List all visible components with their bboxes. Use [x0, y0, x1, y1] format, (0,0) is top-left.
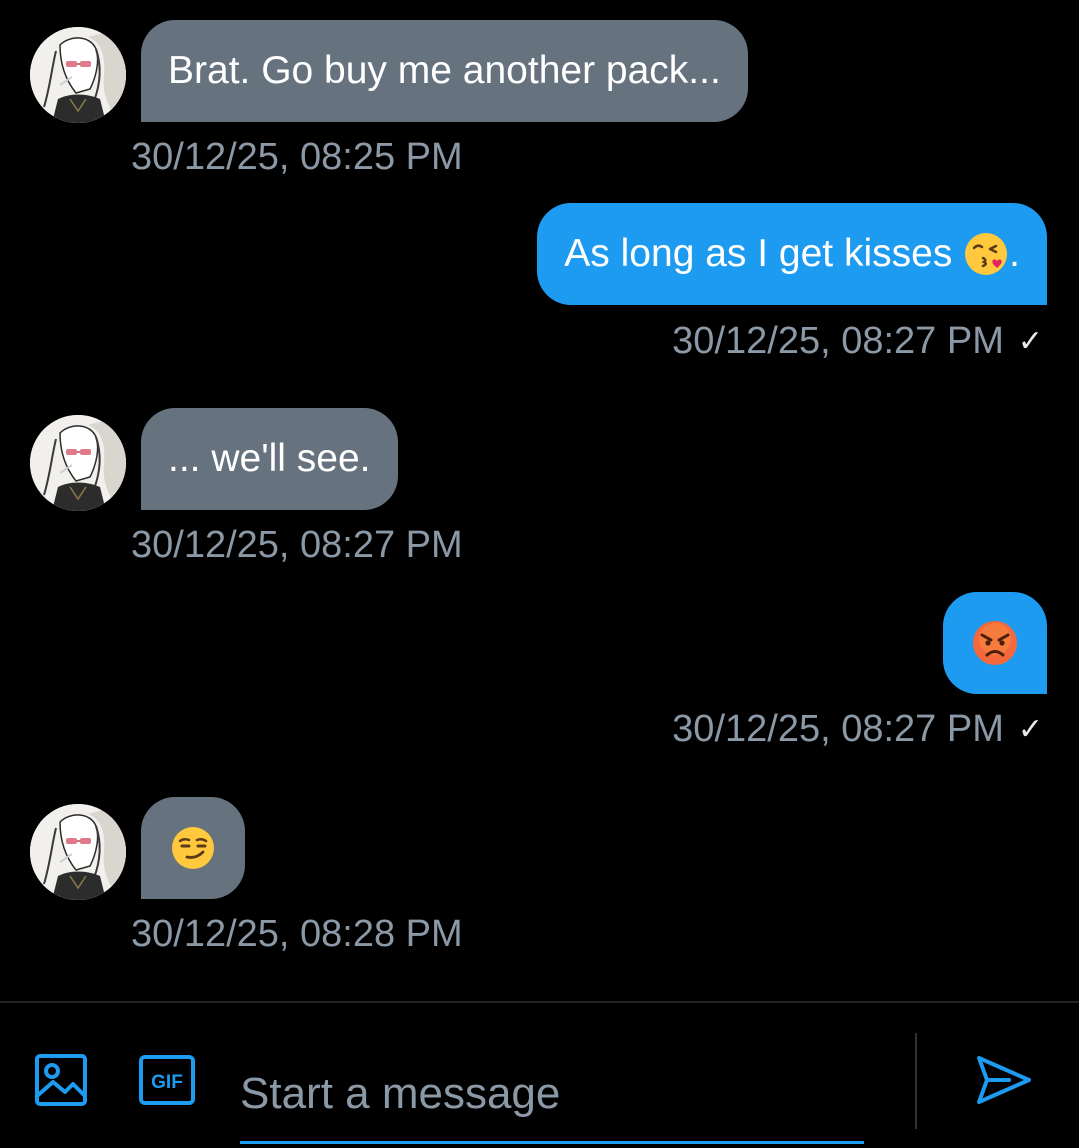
outgoing-message-bubble[interactable]: As long as I get kisses .: [537, 203, 1047, 305]
composer-divider: [915, 1033, 917, 1129]
message-timestamp: 30/12/25, 08:27 PM ✓: [672, 708, 1043, 751]
message-composer: GIF: [0, 1001, 1079, 1148]
avatar-illustration: [30, 27, 126, 123]
message-thread[interactable]: Brat. Go buy me another pack... 30/12/25…: [0, 0, 1079, 1000]
sent-check-icon: ✓: [1017, 713, 1043, 746]
incoming-message-bubble[interactable]: Brat. Go buy me another pack...: [141, 20, 748, 122]
timestamp-text: 30/12/25, 08:27 PM: [131, 524, 463, 566]
smirking-face-emoji: [172, 827, 214, 869]
avatar-illustration: [30, 415, 126, 511]
message-timestamp: 30/12/25, 08:27 PM ✓: [672, 320, 1043, 363]
incoming-message-bubble[interactable]: [141, 797, 245, 899]
message-text: Brat. Go buy me another pack...: [168, 49, 721, 92]
message-timestamp: 30/12/25, 08:27 PM: [131, 524, 463, 567]
avatar-illustration: [30, 804, 126, 900]
image-icon: [35, 1054, 87, 1106]
gif-label: GIF: [151, 1072, 183, 1093]
add-gif-button[interactable]: GIF: [136, 1049, 198, 1111]
message-text-suffix: .: [1009, 232, 1020, 275]
add-image-button[interactable]: [30, 1049, 92, 1111]
timestamp-text: 30/12/25, 08:27 PM: [672, 320, 1004, 362]
angry-face-emoji: [973, 621, 1017, 665]
send-icon: [977, 1056, 1031, 1104]
sent-check-icon: ✓: [1017, 325, 1043, 358]
incoming-message-bubble[interactable]: ... we'll see.: [141, 408, 398, 510]
message-text: ... we'll see.: [168, 437, 371, 480]
gif-icon: GIF: [139, 1055, 195, 1105]
outgoing-message-bubble[interactable]: [943, 592, 1047, 694]
message-timestamp: 30/12/25, 08:28 PM: [131, 913, 463, 956]
sender-avatar[interactable]: [30, 27, 126, 123]
send-button[interactable]: [968, 1047, 1040, 1113]
message-timestamp: 30/12/25, 08:25 PM: [131, 136, 463, 179]
message-input[interactable]: [240, 1047, 864, 1144]
sender-avatar[interactable]: [30, 804, 126, 900]
face-blowing-a-kiss-emoji: [965, 233, 1008, 275]
message-text: As long as I get kisses: [564, 232, 964, 275]
timestamp-text: 30/12/25, 08:25 PM: [131, 136, 463, 178]
timestamp-text: 30/12/25, 08:28 PM: [131, 913, 463, 955]
timestamp-text: 30/12/25, 08:27 PM: [672, 708, 1004, 750]
sender-avatar[interactable]: [30, 415, 126, 511]
